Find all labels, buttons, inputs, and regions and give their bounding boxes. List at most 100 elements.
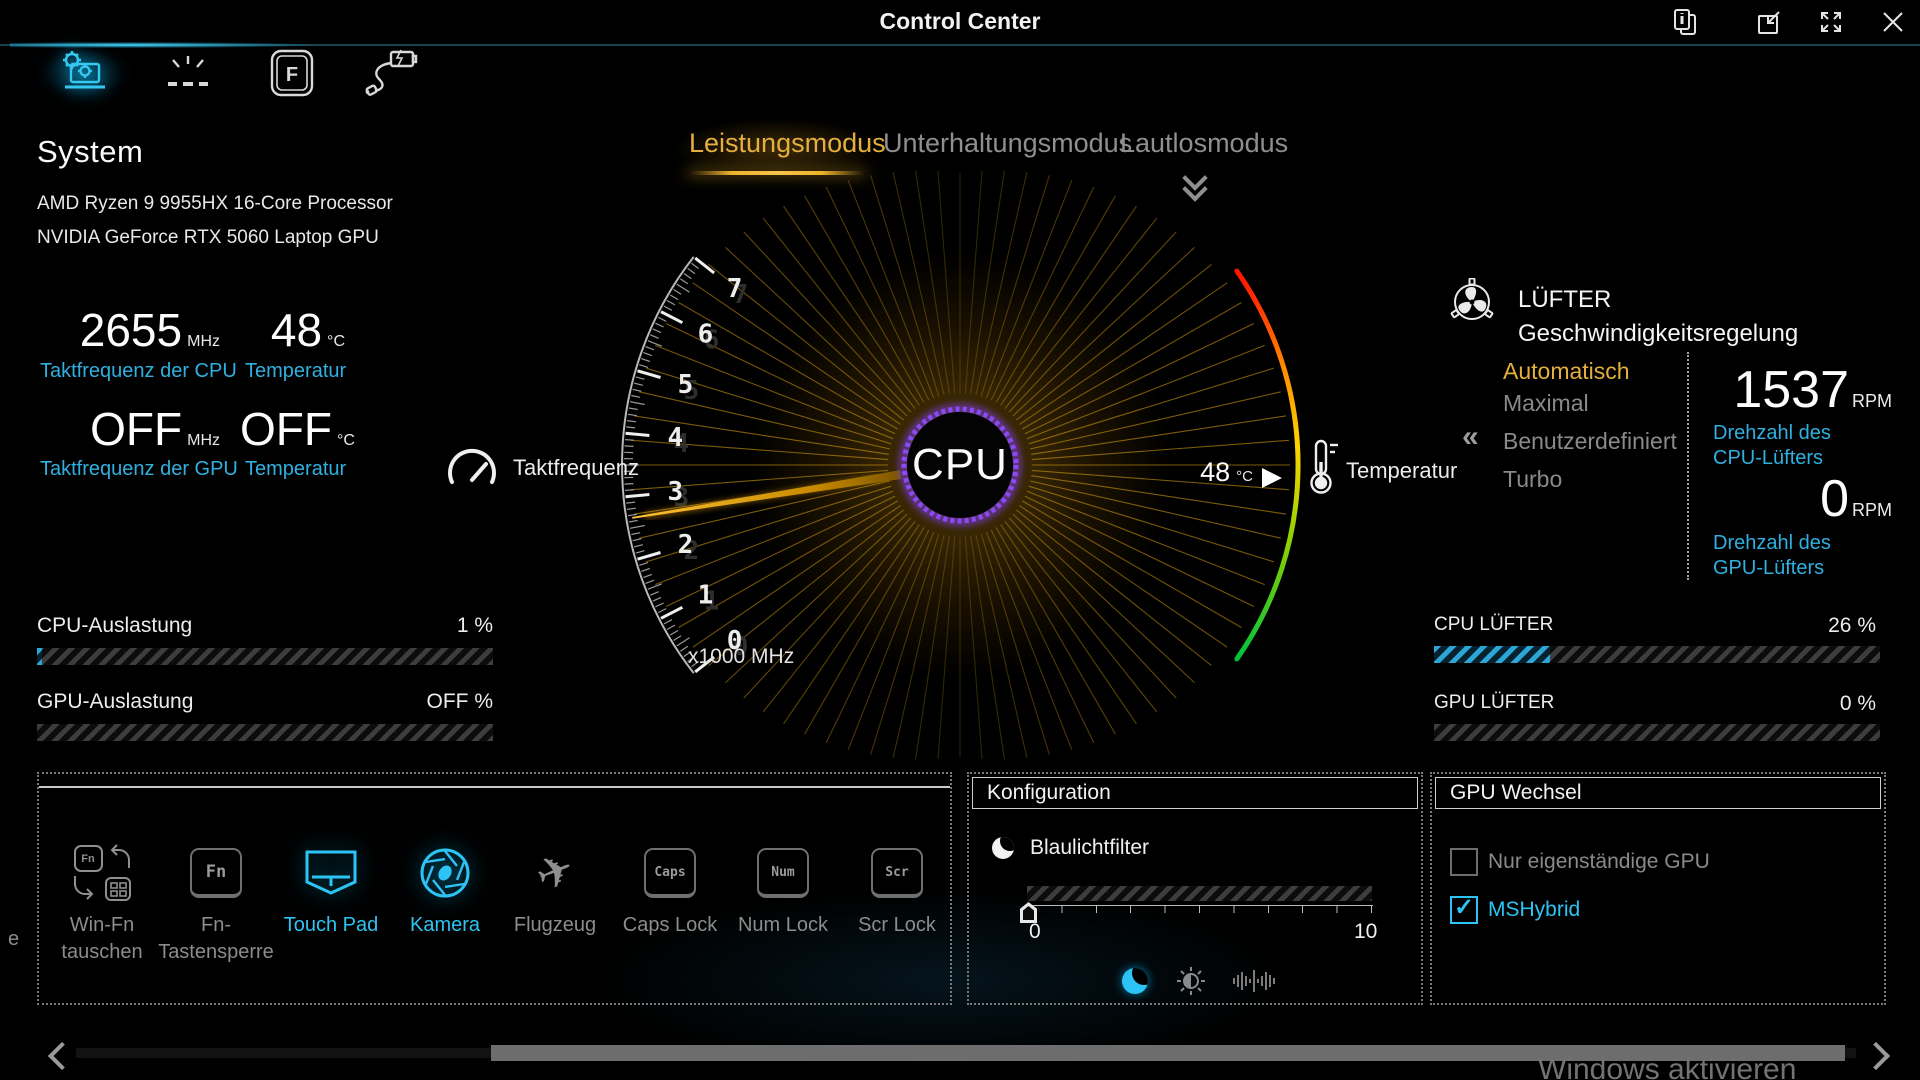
airplane-icon: ✈ — [495, 840, 615, 906]
close-icon[interactable] — [1876, 6, 1910, 38]
mshybrid-label[interactable]: MSHybrid — [1488, 898, 1580, 922]
quick-buttons-panel-header — [39, 774, 950, 788]
blaulichtfilter-row: Blaulichtfilter — [992, 836, 1149, 860]
svg-text:4: 4 — [667, 423, 683, 453]
cpu-fan-rpm: 1537RPM — [1692, 364, 1892, 416]
gpu-usage-row: GPU-Auslastung OFF % — [37, 690, 493, 714]
scr-key-icon: Scr — [837, 840, 957, 906]
cpu-name: AMD Ryzen 9 9955HX 16-Core Processor — [37, 193, 393, 215]
svg-text:1: 1 — [698, 581, 714, 611]
tab-system[interactable] — [36, 46, 130, 100]
gpu-usage-bar — [37, 724, 493, 741]
quick-button-kamera[interactable]: Kamera — [385, 840, 505, 939]
temperature-pointer-icon — [1262, 468, 1282, 488]
quick-button-scr-lock[interactable]: Scr Scr Lock — [837, 840, 957, 939]
num-key-icon: Num — [723, 840, 843, 906]
svg-text:Fn: Fn — [81, 853, 95, 865]
frequency-label: Taktfrequenz — [513, 455, 639, 481]
mode-lautlosmodus[interactable]: Lautlosmodus — [1120, 128, 1288, 159]
quick-button-num-lock[interactable]: Num Num Lock — [723, 840, 843, 939]
scroll-left-icon[interactable] — [48, 1042, 76, 1070]
gpu-temp-label: Temperatur — [245, 458, 346, 481]
cpu-usage-row: CPU-Auslastung 1 % — [37, 614, 493, 638]
quick-button-flugzeug[interactable]: ✈ Flugzeug — [495, 840, 615, 939]
page-title: System — [37, 134, 143, 170]
info-icon[interactable] — [1668, 6, 1702, 38]
mode-leistungsmodus[interactable]: Leistungsmodus — [689, 128, 886, 159]
gpu-frequency-label: Taktfrequenz der GPU — [40, 458, 238, 481]
thermometer-icon — [1306, 438, 1340, 501]
gpu-temp-value: OFF°C — [240, 406, 345, 452]
cpu-temp-value: 48°C — [240, 307, 345, 353]
restore-window-icon[interactable] — [1752, 6, 1786, 38]
gauge-center-label: CPU — [895, 440, 1025, 490]
moon-icon — [992, 837, 1014, 859]
tab-fn-keys[interactable]: F — [245, 46, 339, 100]
fan-title-line2: Geschwindigkeitsregelung — [1518, 320, 1798, 348]
blaulichtfilter-slider-track[interactable] — [1027, 886, 1372, 901]
mode-unterhaltungsmodus[interactable]: Unterhaltungsmodus — [883, 128, 1132, 159]
quick-button-fn-lock[interactable]: Fn Fn-Tastensperre — [156, 840, 276, 966]
camera-aperture-icon — [385, 840, 505, 906]
cpu-fan-rpm-label: Drehzahl des CPU-Lüfters — [1713, 421, 1881, 471]
gauge-scale-unit: x1000 MHz — [688, 645, 808, 669]
titlebar: Control Center — [0, 0, 1920, 44]
gpu-wechsel-panel: GPU Wechsel Nur eigenständige GPU ✓ MSHy… — [1430, 772, 1886, 1005]
gpu-fan-rpm: 0RPM — [1692, 473, 1892, 525]
tabbar: F — [0, 46, 1920, 102]
scroll-right-icon[interactable] — [1862, 1042, 1890, 1070]
cpu-usage-bar — [37, 648, 493, 665]
svg-text:3: 3 — [667, 477, 683, 507]
svg-text:F: F — [286, 64, 298, 86]
fan-option-benutzerdefiniert[interactable]: Benutzerdefiniert — [1503, 428, 1677, 455]
control-center-window: Control Center — [0, 0, 1920, 1080]
dedicated-gpu-label[interactable]: Nur eigenständige GPU — [1488, 850, 1710, 874]
window-title: Control Center — [0, 8, 1920, 35]
windows-activation-watermark: Windows aktivieren — [1538, 1053, 1796, 1080]
checkbox-mshybrid[interactable]: ✓ — [1450, 896, 1478, 924]
tab-power[interactable] — [345, 46, 439, 100]
quick-button-label: Scr Lock — [837, 912, 957, 939]
brightness-icon[interactable] — [1176, 966, 1206, 996]
backlight-icon — [164, 52, 212, 94]
fan-divider — [1687, 352, 1689, 580]
fan-option-maximal[interactable]: Maximal — [1503, 390, 1589, 417]
temperature-label: Temperatur — [1346, 458, 1457, 484]
frequency-legend: Taktfrequenz — [445, 446, 639, 490]
svg-text:2: 2 — [684, 536, 700, 566]
caps-key-icon: Caps — [610, 840, 730, 906]
cpu-temp-label: Temperatur — [245, 360, 346, 383]
cpu-frequency-value: 2655MHz — [40, 307, 220, 353]
collapse-left-chevron-icon[interactable]: « — [1462, 420, 1479, 454]
quick-button-label: Flugzeug — [495, 912, 615, 939]
laptop-gears-icon — [57, 50, 109, 96]
svg-text:6: 6 — [698, 320, 714, 350]
quick-button-label: Touch Pad — [271, 912, 391, 939]
blaulichtfilter-label: Blaulichtfilter — [1030, 836, 1149, 860]
svg-text:1: 1 — [704, 587, 720, 617]
collapse-chevron-icon[interactable] — [1186, 176, 1204, 198]
speedometer-icon — [445, 446, 499, 490]
fan-icon — [1448, 278, 1496, 331]
quick-button-label: Win-Fntauschen — [42, 912, 162, 966]
power-adapter-icon — [365, 49, 419, 97]
quick-button-caps-lock[interactable]: Caps Caps Lock — [610, 840, 730, 939]
quick-button-label: Fn-Tastensperre — [156, 912, 276, 966]
fan-option-turbo[interactable]: Turbo — [1503, 466, 1562, 493]
tab-keyboard-backlight[interactable] — [141, 46, 235, 100]
night-mode-icon[interactable] — [1122, 968, 1148, 994]
sound-wave-icon[interactable] — [1231, 968, 1277, 994]
slider-scale — [1027, 905, 1373, 913]
svg-text:2: 2 — [678, 530, 694, 560]
temperature-readout: 48°C — [1150, 459, 1253, 486]
checkbox-dedicated-gpu[interactable] — [1450, 848, 1478, 876]
quick-button-touchpad[interactable]: Touch Pad — [271, 840, 391, 939]
gpu-frequency-value: OFFMHz — [40, 406, 220, 452]
gpu-fan-rpm-label: Drehzahl des GPU-Lüfters — [1713, 531, 1881, 581]
quick-button-win-fn-swap[interactable]: Fn Win-Fntauschen — [42, 840, 162, 966]
fan-option-automatisch[interactable]: Automatisch — [1503, 358, 1630, 385]
svg-text:5: 5 — [678, 370, 694, 400]
konfiguration-panel: Konfiguration Blaulichtfilter 0 10 — [967, 772, 1423, 1005]
win-fn-swap-icon: Fn — [42, 840, 162, 906]
maximize-icon[interactable] — [1814, 6, 1848, 38]
